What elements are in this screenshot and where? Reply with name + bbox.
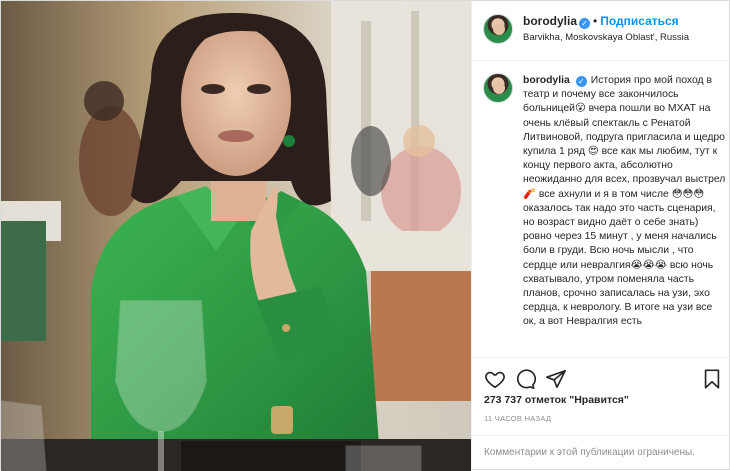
post-side-panel: borodylia ✓ • Подписаться Barvikha, Moskovs… bbox=[471, 1, 730, 471]
caption-author-avatar[interactable] bbox=[483, 73, 513, 103]
caption-verified-badge-icon: ✓ bbox=[575, 76, 587, 87]
author-line: borodylia ✓ • Подписаться bbox=[523, 14, 679, 29]
follow-button[interactable]: Подписаться bbox=[600, 14, 678, 28]
action-bar bbox=[472, 357, 730, 397]
separator-dot: • bbox=[593, 14, 598, 28]
post-photo[interactable] bbox=[1, 1, 471, 471]
post-caption: borodylia ✓ История про мой поход в театр … bbox=[483, 73, 729, 356]
post-header: borodylia ✓ • Подписаться Barvikha, Moskovs… bbox=[472, 1, 730, 61]
post-timestamp[interactable]: 11 часов назад bbox=[484, 414, 551, 423]
author-username[interactable]: borodylia bbox=[523, 14, 577, 28]
caption-text: borodylia ✓ История про мой поход в театр … bbox=[523, 74, 728, 330]
likes-count[interactable]: 273 737 отметок "Нравится" bbox=[484, 394, 629, 406]
comments-restricted-text: Комментарии к этой публикации ограничены… bbox=[484, 447, 695, 458]
verified-badge-icon: ✓ bbox=[579, 18, 591, 29]
caption-author-username[interactable]: borodylia bbox=[523, 75, 570, 86]
comment-icon[interactable] bbox=[514, 368, 536, 390]
bookmark-icon[interactable] bbox=[701, 368, 723, 390]
post-photo-image bbox=[1, 1, 471, 471]
author-avatar[interactable] bbox=[483, 14, 513, 44]
paper-plane-icon[interactable] bbox=[545, 368, 567, 390]
instagram-post-window: borodylia ✓ • Подписаться Barvikha, Moskovs… bbox=[0, 0, 730, 471]
comments-restricted-notice: Комментарии к этой публикации ограничены… bbox=[472, 435, 730, 471]
post-location[interactable]: Barvikha, Moskovskaya Oblast', Russia bbox=[523, 32, 689, 43]
caption-body: История про мой поход в театр и почему в… bbox=[523, 75, 726, 328]
heart-icon[interactable] bbox=[484, 368, 506, 390]
